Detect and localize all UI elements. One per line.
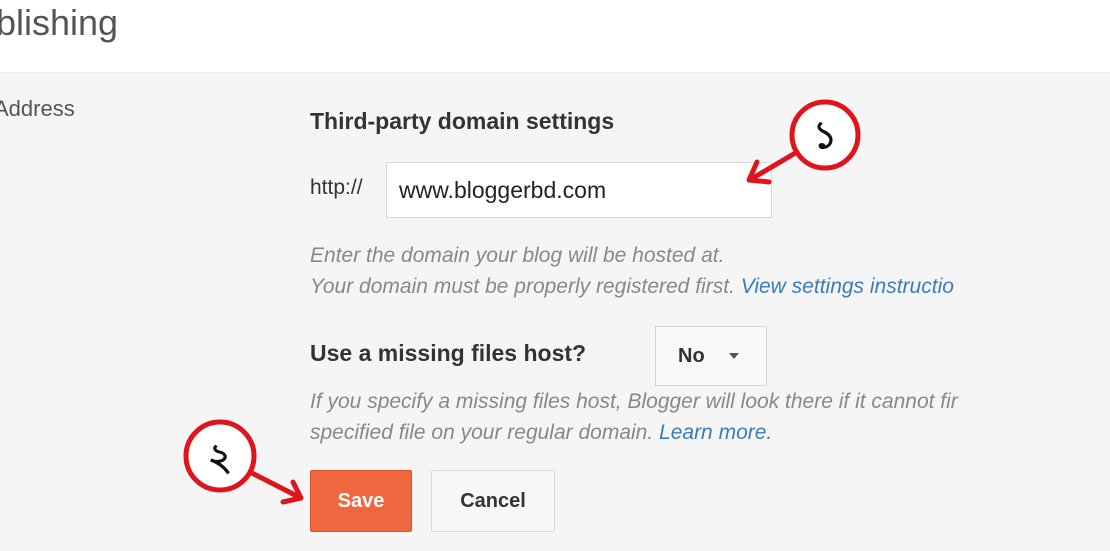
select-value: No — [678, 344, 705, 367]
learn-more-link[interactable]: Learn more. — [659, 421, 772, 444]
missing-files-host-select[interactable]: No — [655, 326, 767, 386]
page-title: blishing — [0, 2, 119, 43]
view-settings-instructions-link[interactable]: View settings instructio — [741, 275, 954, 298]
annotation-number-2: ২ — [208, 435, 233, 479]
settings-panel — [0, 72, 1110, 551]
domain-settings-title: Third-party domain settings — [310, 108, 615, 134]
annotation-arrow-1: ১ — [746, 99, 861, 185]
protocol-label: http:// — [310, 176, 363, 199]
missing-files-host-label: Use a missing files host? — [310, 340, 587, 366]
domain-help-prefix: Your domain must be properly registered … — [310, 275, 741, 298]
annotation-arrow-2: ২ — [183, 419, 304, 505]
domain-help-text: Enter the domain your blog will be hoste… — [310, 244, 725, 267]
domain-help-text-2: Your domain must be properly registered … — [310, 275, 954, 299]
save-button[interactable]: Save — [310, 470, 412, 532]
annotation-arrow-line-2 — [247, 469, 300, 499]
chevron-down-icon — [728, 353, 739, 359]
missing-files-help-text-2: specified file on your regular domain. L… — [310, 421, 772, 445]
sidebar-item-blog-address[interactable]: Address — [0, 96, 75, 122]
cancel-button[interactable]: Cancel — [431, 470, 555, 532]
domain-input[interactable] — [386, 162, 772, 218]
annotation-arrow-line-1 — [750, 149, 800, 181]
missing-files-help-text: If you specify a missing files host, Blo… — [310, 390, 958, 413]
annotation-number-1: ১ — [813, 113, 838, 157]
missing-files-help-prefix: specified file on your regular domain. — [310, 421, 660, 444]
